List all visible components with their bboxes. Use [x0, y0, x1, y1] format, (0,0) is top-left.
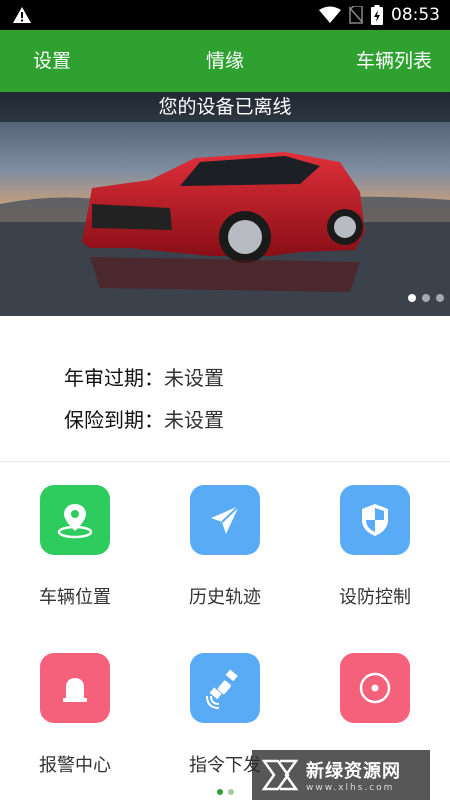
battery-icon [371, 5, 383, 25]
watermark: 新绿资源网 www.xlhs.com [252, 750, 430, 800]
record-icon [340, 653, 410, 723]
watermark-title: 新绿资源网 [306, 761, 401, 782]
annual-inspection-label: 年审过期： [64, 366, 164, 390]
tile-label: 车辆位置 [39, 587, 111, 608]
annual-inspection-value: 未设置 [164, 366, 224, 390]
paper-plane-icon [190, 485, 260, 555]
alarm-light-icon [40, 653, 110, 723]
status-bar: 08:53 [0, 0, 450, 30]
pager-dot[interactable] [227, 789, 234, 795]
vehicle-list-button[interactable]: 车辆列表 [356, 30, 432, 92]
insurance-label: 保险到期： [64, 408, 164, 432]
location-pin-icon [40, 485, 110, 555]
annual-inspection-row: 年审过期：未设置 [64, 362, 224, 391]
wifi-icon [319, 6, 341, 23]
vehicle-info: 年审过期：未设置 保险到期：未设置 [0, 316, 450, 462]
watermark-url: www.xlhs.com [306, 783, 395, 793]
history-track-tile[interactable]: 历史轨迹 [150, 463, 300, 631]
satellite-icon [190, 653, 260, 723]
tile-label: 设防控制 [339, 587, 411, 608]
insurance-value: 未设置 [164, 408, 224, 432]
device-offline-caption: 您的设备已离线 [0, 92, 450, 122]
carousel-dot[interactable] [408, 294, 416, 302]
tile-label: 历史轨迹 [189, 587, 261, 608]
carousel-dots [408, 294, 444, 302]
top-nav: 情缘 设置 车辆列表 [0, 30, 450, 92]
carousel-dot[interactable] [436, 294, 444, 302]
carousel-dot[interactable] [422, 294, 430, 302]
settings-button[interactable]: 设置 [33, 30, 71, 92]
tile-label: 报警中心 [39, 755, 111, 776]
alarm-center-tile[interactable]: 报警中心 [0, 631, 150, 799]
shield-icon [340, 485, 410, 555]
no-sim-icon [349, 6, 363, 24]
watermark-logo-icon [261, 759, 299, 791]
status-time: 08:53 [391, 5, 440, 25]
vehicle-location-tile[interactable]: 车辆位置 [0, 463, 150, 631]
nav-title-text: 情缘 [205, 50, 244, 72]
pager-dot[interactable] [216, 789, 223, 795]
banner-carousel[interactable]: 您的设备已离线 [0, 92, 450, 316]
insurance-row: 保险到期：未设置 [64, 404, 224, 433]
warning-icon [13, 7, 31, 23]
defense-control-tile[interactable]: 设防控制 [300, 463, 450, 631]
car-banner-image [0, 92, 450, 316]
